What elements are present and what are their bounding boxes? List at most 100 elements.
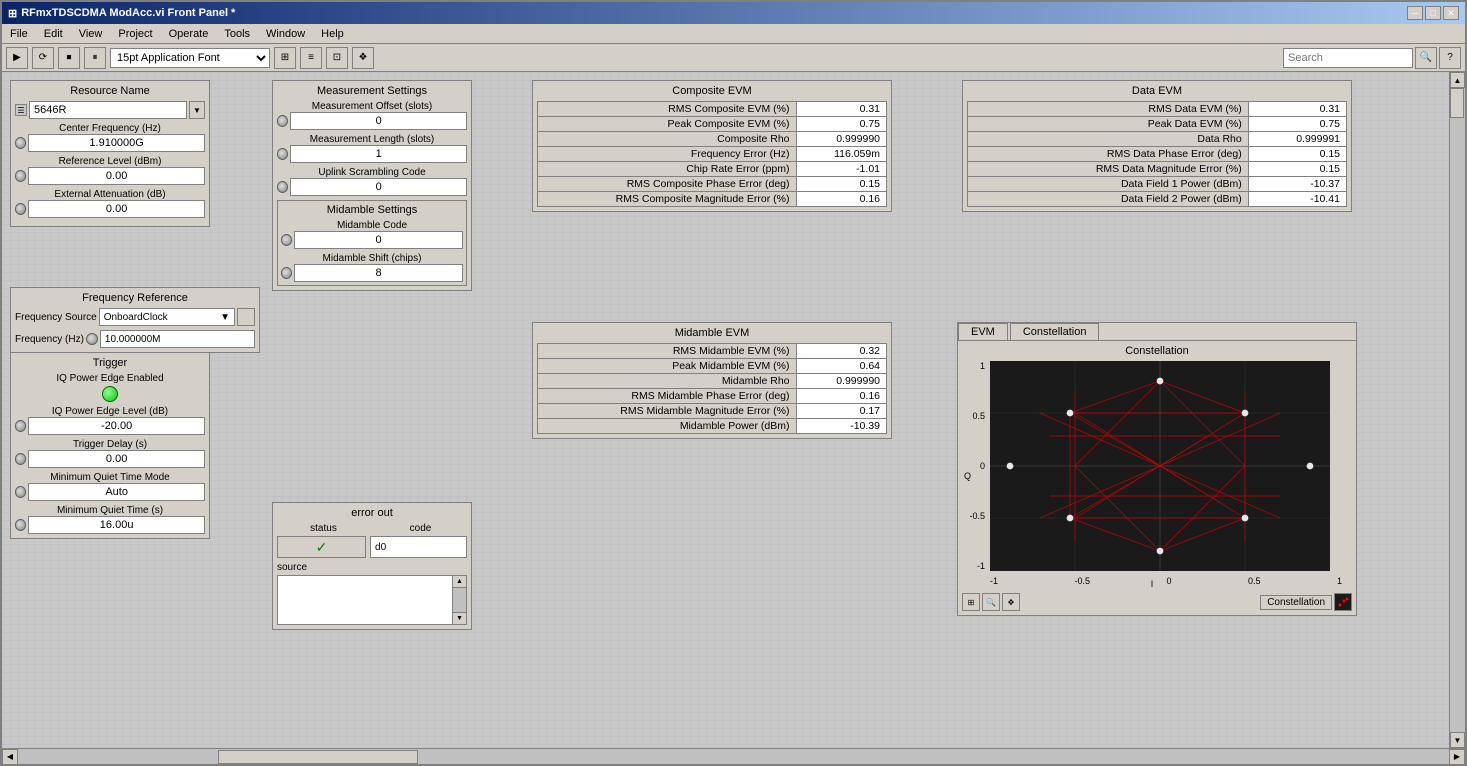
menu-help[interactable]: Help [317, 27, 348, 41]
tab-bar: EVM Constellation [958, 323, 1356, 341]
h-scroll-thumb[interactable] [218, 750, 418, 764]
ext-atten-knob[interactable] [15, 203, 26, 215]
trigger-delay-value[interactable]: 0.00 [28, 450, 205, 468]
x-axis-label: I [1151, 579, 1154, 589]
midamble-evm-value-5: -10.39 [796, 419, 886, 434]
scrambling-value[interactable]: 0 [290, 178, 467, 196]
freq-hz-value[interactable]: 10.000000M [100, 330, 255, 348]
window-title: RFmxTDSCDMA ModAcc.vi Front Panel * [21, 7, 235, 19]
center-freq-knob[interactable] [15, 137, 26, 149]
constellation-label-btn[interactable]: Constellation [1260, 595, 1332, 610]
reorder-button[interactable]: ❖ [352, 47, 374, 69]
menu-view[interactable]: View [75, 27, 107, 41]
min-quiet-time-value[interactable]: 16.00u [28, 516, 205, 534]
resize-button[interactable]: ⊡ [326, 47, 348, 69]
trigger-delay-knob[interactable] [15, 453, 26, 465]
table-row: Peak Midamble EVM (%) 0.64 [538, 359, 887, 374]
meas-offset-knob[interactable] [277, 115, 288, 127]
data-evm-label-4: RMS Data Magnitude Error (%) [968, 162, 1249, 177]
meas-length-knob[interactable] [277, 148, 288, 160]
help-button[interactable]: ? [1439, 47, 1461, 69]
midamble-code-knob[interactable] [281, 234, 292, 246]
ref-level-knob[interactable] [15, 170, 26, 182]
meas-length-value[interactable]: 1 [290, 145, 467, 163]
midamble-evm-label-2: Midamble Rho [538, 374, 797, 389]
midamble-title: Midamble Settings [281, 204, 463, 216]
scroll-thumb[interactable] [1450, 88, 1464, 118]
scroll-right-button[interactable]: ▶ [1449, 749, 1465, 765]
scroll-up-button[interactable]: ▲ [1450, 72, 1465, 88]
min-quiet-mode-knob[interactable] [15, 486, 26, 498]
table-row: Chip Rate Error (ppm) -1.01 [538, 162, 887, 177]
midamble-evm-value-0: 0.32 [796, 344, 886, 359]
evm-constellation-panel: EVM Constellation Constellation 10.50-0.… [957, 322, 1357, 616]
composite-evm-label-6: RMS Composite Magnitude Error (%) [538, 192, 797, 207]
title-bar-controls: ─ □ ✕ [1407, 6, 1459, 20]
minimize-button[interactable]: ─ [1407, 6, 1423, 20]
canvas-area: Resource Name ☰ 5646R ▼ Center Frequency… [2, 72, 1465, 748]
composite-evm-value-1: 0.75 [796, 117, 886, 132]
menu-window[interactable]: Window [262, 27, 309, 41]
composite-evm-value-5: 0.15 [796, 177, 886, 192]
font-select[interactable]: 15pt Application Font [110, 48, 270, 68]
composite-evm-label-2: Composite Rho [538, 132, 797, 147]
scroll-down-button[interactable]: ▼ [1450, 732, 1465, 748]
meas-offset-value[interactable]: 0 [290, 112, 467, 130]
distribute-button[interactable]: ≡ [300, 47, 322, 69]
table-row: Frequency Error (Hz) 116.059m [538, 147, 887, 162]
constellation-content: Constellation 10.50-0.5-1 Q [958, 341, 1356, 615]
freq-source-btn[interactable] [237, 308, 255, 326]
constellation-tab[interactable]: Constellation [1010, 323, 1100, 340]
run-arrow-button[interactable]: ▶ [6, 47, 28, 69]
freq-source-value[interactable]: OnboardClock▼ [99, 308, 235, 326]
menu-operate[interactable]: Operate [165, 27, 213, 41]
ext-atten-value[interactable]: 0.00 [28, 200, 205, 218]
min-quiet-mode-value[interactable]: Auto [28, 483, 205, 501]
iq-power-value[interactable]: -20.00 [28, 417, 205, 435]
midamble-shift-value[interactable]: 8 [294, 264, 463, 282]
freq-ref-title: Frequency Reference [15, 292, 255, 304]
menu-file[interactable]: File [6, 27, 32, 41]
scrambling-knob[interactable] [277, 181, 288, 193]
grid-btn[interactable]: ⊞ [962, 593, 980, 611]
min-quiet-time-label: Minimum Quiet Time (s) [15, 505, 205, 516]
y-axis-label: Q [964, 471, 971, 481]
pan-btn[interactable]: ✥ [1002, 593, 1020, 611]
freq-hz-knob[interactable] [86, 333, 98, 345]
resource-name-value[interactable]: 5646R [29, 101, 187, 119]
scroll-left-button[interactable]: ◀ [2, 749, 18, 765]
abort-button[interactable]: ⏹ [58, 47, 80, 69]
midamble-code-value[interactable]: 0 [294, 231, 463, 249]
search-button[interactable]: 🔍 [1415, 47, 1437, 69]
evm-tab[interactable]: EVM [958, 323, 1008, 340]
data-evm-label-6: Data Field 2 Power (dBm) [968, 192, 1249, 207]
run-continuously-button[interactable]: ⟳ [32, 47, 54, 69]
midamble-shift-knob[interactable] [281, 267, 292, 279]
align-button[interactable]: ⊞ [274, 47, 296, 69]
min-quiet-time-knob[interactable] [15, 519, 26, 531]
search-input[interactable] [1283, 48, 1413, 68]
menu-edit[interactable]: Edit [40, 27, 67, 41]
resource-dropdown[interactable]: ▼ [189, 101, 205, 119]
menu-project[interactable]: Project [114, 27, 156, 41]
pause-button[interactable]: ⏸ [84, 47, 106, 69]
iq-power-led[interactable] [102, 386, 118, 402]
composite-evm-label-5: RMS Composite Phase Error (deg) [538, 177, 797, 192]
table-row: Midamble Rho 0.999990 [538, 374, 887, 389]
table-row: Data Field 1 Power (dBm) -10.37 [968, 177, 1347, 192]
center-freq-value[interactable]: 1.910000G [28, 134, 205, 152]
data-evm-label-3: RMS Data Phase Error (deg) [968, 147, 1249, 162]
ref-level-value[interactable]: 0.00 [28, 167, 205, 185]
data-evm-value-6: -10.41 [1248, 192, 1346, 207]
table-row: RMS Midamble Magnitude Error (%) 0.17 [538, 404, 887, 419]
menu-tools[interactable]: Tools [220, 27, 254, 41]
table-row: Composite Rho 0.999990 [538, 132, 887, 147]
scroll-up-btn[interactable]: ▲ [453, 576, 466, 588]
iq-power-knob[interactable] [15, 420, 26, 432]
composite-evm-label-4: Chip Rate Error (ppm) [538, 162, 797, 177]
scroll-down-btn[interactable]: ▼ [453, 612, 466, 624]
trigger-title: Trigger [15, 357, 205, 369]
zoom-btn[interactable]: 🔍 [982, 593, 1000, 611]
maximize-button[interactable]: □ [1425, 6, 1441, 20]
close-button[interactable]: ✕ [1443, 6, 1459, 20]
